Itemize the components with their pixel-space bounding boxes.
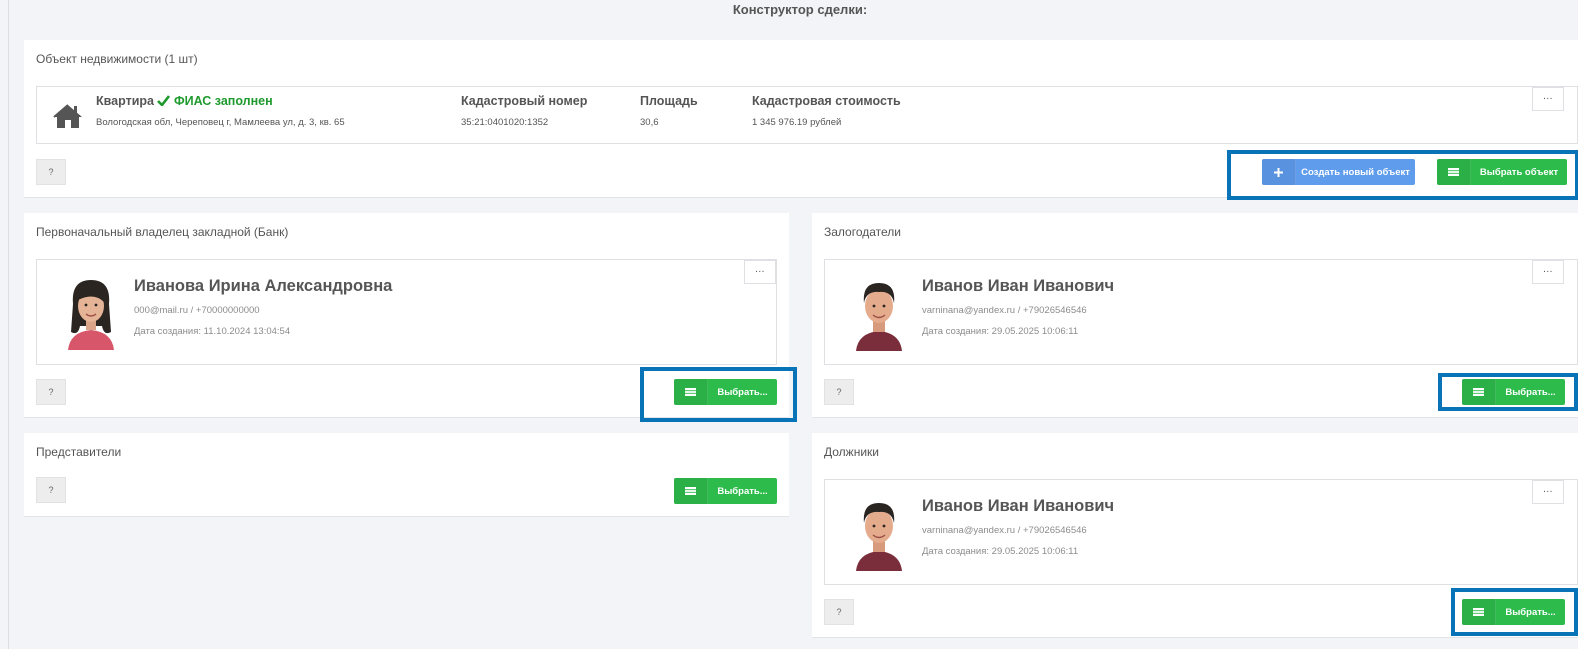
fias-status-label: ФИАС заполнен (173, 94, 273, 108)
property-type: Квартира (96, 94, 154, 108)
bank-person-created: Дата создания: 11.10.2024 13:04:54 (134, 326, 291, 337)
list-icon (1462, 599, 1496, 625)
bank-person-contact: 000@mail.ru / +70000000000 (134, 305, 260, 316)
male-avatar-icon (856, 503, 902, 571)
debtor-person-created: Дата создания: 29.05.2025 10:06:11 (922, 546, 1079, 557)
representatives-panel-title: Представители (36, 445, 122, 459)
debtors-help-button[interactable]: ? (824, 599, 854, 625)
property-panel-title: Объект недвижимости (1 шт) (36, 52, 198, 66)
debtor-person-card: Иванов Иван Иванович varninana@yandex.ru… (824, 479, 1578, 585)
pledgers-select-label: Выбрать... (1505, 386, 1556, 398)
female-avatar-icon (68, 280, 114, 350)
bank-help-button[interactable]: ? (36, 379, 66, 405)
property-panel: Объект недвижимости (1 шт) Квартира ФИАС… (24, 40, 1578, 200)
bank-panel-title: Первоначальный владелец закладной (Банк) (36, 225, 289, 239)
bank-panel: Первоначальный владелец закладной (Банк)… (24, 213, 797, 422)
plus-icon (1262, 159, 1296, 185)
left-border (8, 0, 9, 649)
select-object-button[interactable]: Выбрать объект (1437, 159, 1567, 185)
pledger-person-name: Иванов Иван Иванович (922, 277, 1115, 295)
pledgers-panel-title: Залогодатели (824, 225, 902, 239)
debtors-panel: Должники Иванов Иван Иванович varninana@… (812, 433, 1578, 638)
list-icon (674, 478, 708, 504)
debtor-menu-button[interactable]: ... (1532, 480, 1564, 504)
list-icon (674, 379, 708, 405)
debtors-panel-title: Должники (824, 445, 879, 459)
fias-status: ФИАС заполнен (157, 94, 273, 108)
pledgers-help-button[interactable]: ? (824, 379, 854, 405)
debtors-select-button[interactable]: Выбрать... (1462, 599, 1565, 625)
cadastral-number-header: Кадастровый номер (461, 94, 588, 108)
list-icon (1462, 379, 1496, 405)
representatives-help-button[interactable]: ? (36, 477, 66, 503)
cadastral-cost-value: 1 345 976.19 рублей (752, 117, 842, 128)
area-header: Площадь (640, 94, 698, 108)
bank-menu-button[interactable]: ... (744, 260, 776, 284)
property-card: Квартира ФИАС заполнен Вологодская обл, … (36, 86, 1578, 144)
pledger-person-card: Иванов Иван Иванович varninana@yandex.ru… (824, 259, 1578, 365)
property-address: Вологодская обл, Череповец г, Мамлеева у… (96, 117, 345, 128)
debtor-person-contact: varninana@yandex.ru / +79026546546 (922, 525, 1087, 536)
create-object-label: Создать новый объект (1301, 166, 1410, 178)
cadastral-cost-header: Кадастровая стоимость (752, 94, 901, 108)
house-icon (53, 104, 82, 128)
representatives-select-label: Выбрать... (717, 485, 768, 497)
area-value: 30,6 (640, 117, 659, 128)
debtors-select-label: Выбрать... (1505, 606, 1556, 618)
bank-select-button[interactable]: Выбрать... (674, 379, 777, 405)
pledgers-panel: Залогодатели Иванов Иван Иванович varnin… (812, 213, 1578, 418)
pledgers-select-button[interactable]: Выбрать... (1462, 379, 1565, 405)
male-avatar-icon (856, 283, 902, 351)
page-title: Конструктор сделки: (732, 2, 868, 17)
list-icon (1437, 159, 1471, 185)
cadastral-number-value: 35:21:0401020:1352 (461, 117, 549, 128)
bank-person-name: Иванова Ирина Александровна (134, 277, 393, 295)
debtor-person-name: Иванов Иван Иванович (922, 497, 1115, 515)
bank-person-card: Иванова Ирина Александровна 000@mail.ru … (36, 259, 777, 365)
property-help-button[interactable]: ? (36, 159, 66, 185)
checkmark-icon (157, 95, 171, 107)
representatives-panel: Представители ? Выбрать... (24, 433, 789, 517)
representatives-select-button[interactable]: Выбрать... (674, 478, 777, 504)
pledger-person-contact: varninana@yandex.ru / +79026546546 (922, 305, 1087, 316)
pledger-person-created: Дата создания: 29.05.2025 10:06:11 (922, 326, 1079, 337)
property-menu-button[interactable]: ... (1532, 87, 1564, 111)
create-object-button[interactable]: Создать новый объект (1262, 159, 1415, 185)
select-object-label: Выбрать объект (1479, 166, 1559, 178)
property-type-line: Квартира ФИАС заполнен (96, 94, 273, 108)
bank-select-label: Выбрать... (717, 386, 768, 398)
pledger-menu-button[interactable]: ... (1532, 260, 1564, 284)
